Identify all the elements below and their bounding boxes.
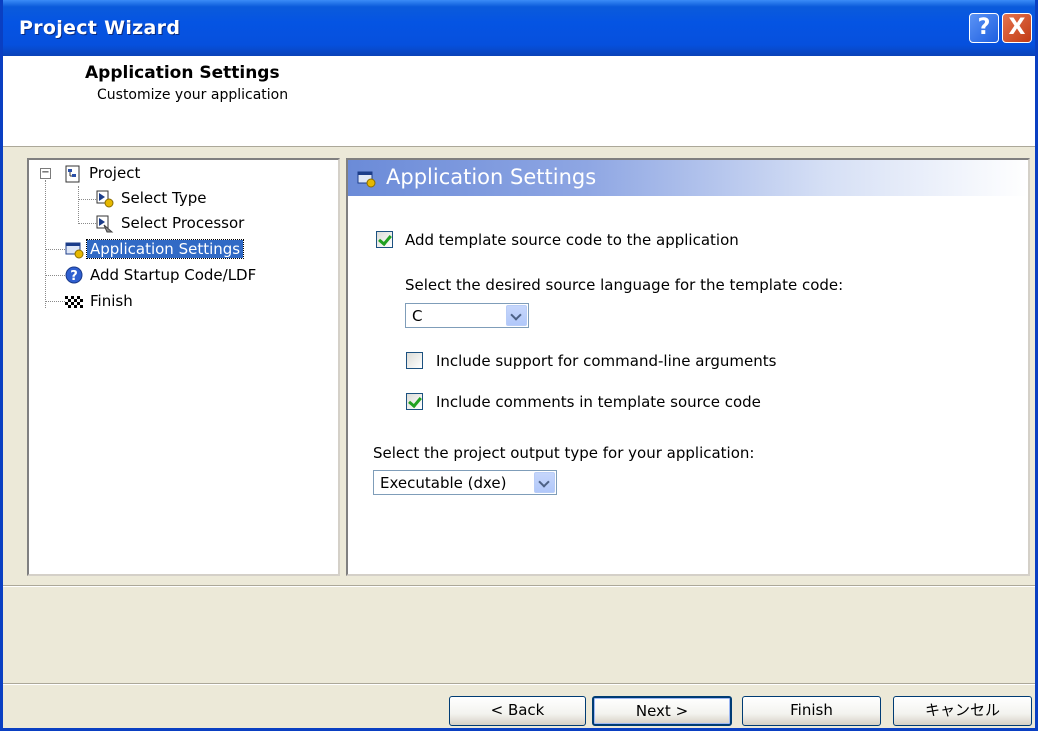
help-button[interactable]: ? xyxy=(969,13,999,43)
cmdline-args-checkbox[interactable] xyxy=(406,352,423,369)
chevron-down-icon[interactable] xyxy=(506,305,527,326)
cmdline-args-label: Include support for command-line argumen… xyxy=(436,352,777,370)
tree-item-finish[interactable]: Finish xyxy=(65,291,185,313)
header-title: Application Settings xyxy=(85,63,280,83)
language-value: C xyxy=(412,307,423,325)
application-settings-icon xyxy=(357,171,376,188)
tree-connector xyxy=(45,275,65,276)
tree-connector xyxy=(45,301,65,302)
question-icon: ? xyxy=(65,266,83,284)
divider xyxy=(3,585,1035,587)
include-comments-label: Include comments in template source code xyxy=(436,393,761,411)
close-button[interactable]: X xyxy=(1002,13,1032,43)
cancel-button[interactable]: キャンセル xyxy=(893,696,1032,726)
tree-connector xyxy=(78,199,96,200)
tree-item-label: Add Startup Code/LDF xyxy=(90,266,257,284)
window-title: Project Wizard xyxy=(19,17,181,39)
panel-title: Application Settings xyxy=(386,165,597,189)
project-icon xyxy=(65,165,80,183)
tree-item-label: Select Type xyxy=(121,189,207,207)
tree-item-label: Select Processor xyxy=(121,214,245,232)
tree-item-project[interactable]: Project xyxy=(64,163,184,185)
tree-connector xyxy=(45,180,46,308)
tree-item-label: Finish xyxy=(90,292,133,310)
include-comments-checkbox[interactable] xyxy=(406,393,423,410)
finish-button[interactable]: Finish xyxy=(742,696,881,726)
add-template-label: Add template source code to the applicat… xyxy=(405,231,739,249)
add-template-checkbox[interactable] xyxy=(376,231,393,248)
next-button[interactable]: Next > xyxy=(592,696,732,726)
header-subtitle: Customize your application xyxy=(97,87,289,103)
checkered-flag-icon xyxy=(65,296,83,310)
title-bar[interactable]: Project Wizard ? X xyxy=(3,0,1035,56)
chevron-down-icon[interactable] xyxy=(534,472,555,493)
divider xyxy=(3,683,1035,685)
wizard-header: Application Settings Customize your appl… xyxy=(3,56,1035,147)
select-type-icon xyxy=(96,190,114,208)
tree-item-label: Project xyxy=(89,164,141,182)
select-processor-icon xyxy=(96,215,114,233)
output-type-prompt: Select the project output type for your … xyxy=(373,444,755,462)
tree-connector xyxy=(45,249,65,250)
output-type-value: Executable (dxe) xyxy=(380,474,507,492)
tree-connector xyxy=(78,186,79,224)
tree-item-label: Application Settings xyxy=(85,239,245,259)
tree-item-application-settings[interactable]: Application Settings xyxy=(65,239,295,261)
svg-text:?: ? xyxy=(70,269,78,284)
tree-connector xyxy=(78,223,96,224)
panel-header: Application Settings xyxy=(348,160,1028,196)
application-settings-panel: Application Settings Add template source… xyxy=(346,158,1030,576)
tree-item-select-processor[interactable]: Select Processor xyxy=(96,213,286,235)
project-wizard-window: Project Wizard ? X Application Settings … xyxy=(0,0,1038,731)
application-settings-icon xyxy=(65,242,84,259)
tree-item-add-startup-code[interactable]: ? Add Startup Code/LDF xyxy=(65,265,305,287)
language-prompt: Select the desired source language for t… xyxy=(405,276,844,294)
output-type-select[interactable]: Executable (dxe) xyxy=(373,470,557,495)
collapse-toggle[interactable]: − xyxy=(40,168,51,179)
tree-item-select-type[interactable]: Select Type xyxy=(96,188,236,210)
language-select[interactable]: C xyxy=(405,303,529,328)
back-button[interactable]: < Back xyxy=(449,696,586,726)
wizard-steps-tree: − Project Select Type Select Processor A… xyxy=(27,158,340,576)
